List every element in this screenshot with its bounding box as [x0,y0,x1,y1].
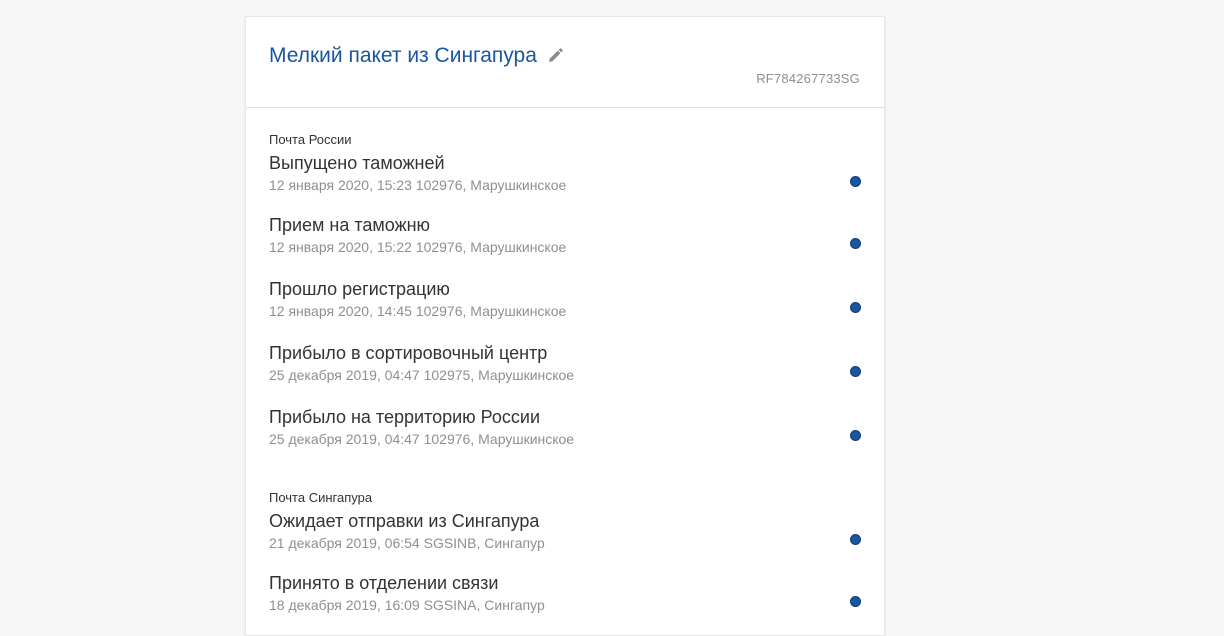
event-status: Прием на таможню [269,215,431,235]
status-dot-icon [850,176,861,187]
carrier-group-singapore: Почта Сингапура Ожидает отправки из Синг… [269,489,863,633]
event-status: Ожидает отправки из Сингапура [269,511,540,531]
status-dot-icon [850,238,861,249]
tracking-event: Принято в отделении связи 18 декабря 201… [269,569,863,633]
status-dot-icon [850,366,861,377]
event-status: Прибыло на территорию России [269,407,541,427]
event-status: Прибыло в сортировочный центр [269,343,548,363]
status-dot-icon [850,596,861,607]
event-meta: 21 декабря 2019, 06:54 SGSINB, Сингапур [269,535,545,551]
card-header: Мелкий пакет из Сингапура RF784267733SG [246,17,884,108]
event-status: Выпущено таможней [269,153,445,173]
parcel-title: Мелкий пакет из Сингапура [269,44,537,67]
tracking-event: Прибыло на территорию России 25 декабря … [269,403,863,467]
status-dot-icon [850,534,861,545]
tracking-event: Прием на таможню 12 января 2020, 15:22 1… [269,211,863,275]
tracking-card: Мелкий пакет из Сингапура RF784267733SG … [245,16,885,636]
status-dot-icon [850,302,861,313]
carrier-group-russia: Почта России Выпущено таможней 12 января… [269,131,863,467]
event-meta: 25 декабря 2019, 04:47 102975, Марушкинс… [269,367,575,383]
event-meta: 12 января 2020, 15:23 102976, Марушкинск… [269,177,567,193]
status-dot-icon [850,430,861,441]
event-status: Принято в отделении связи [269,573,499,593]
event-meta: 18 декабря 2019, 16:09 SGSINA, Сингапур [269,597,545,613]
tracking-number: RF784267733SG [756,71,860,86]
event-status: Прошло регистрацию [269,279,450,299]
tracking-event: Ожидает отправки из Сингапура 21 декабря… [269,507,863,569]
event-meta: 12 января 2020, 15:22 102976, Марушкинск… [269,239,567,255]
carrier-label: Почта Сингапура [269,490,373,505]
pencil-icon[interactable] [546,47,564,65]
event-meta: 12 января 2020, 14:45 102976, Марушкинск… [269,303,567,319]
events-list: Почта России Выпущено таможней 12 января… [269,131,863,633]
tracking-event: Выпущено таможней 12 января 2020, 15:23 … [269,149,863,211]
tracking-event: Прошло регистрацию 12 января 2020, 14:45… [269,275,863,339]
title-row: Мелкий пакет из Сингапура [269,42,564,70]
carrier-label: Почта России [269,132,352,147]
tracking-event: Прибыло в сортировочный центр 25 декабря… [269,339,863,403]
event-meta: 25 декабря 2019, 04:47 102976, Марушкинс… [269,431,575,447]
